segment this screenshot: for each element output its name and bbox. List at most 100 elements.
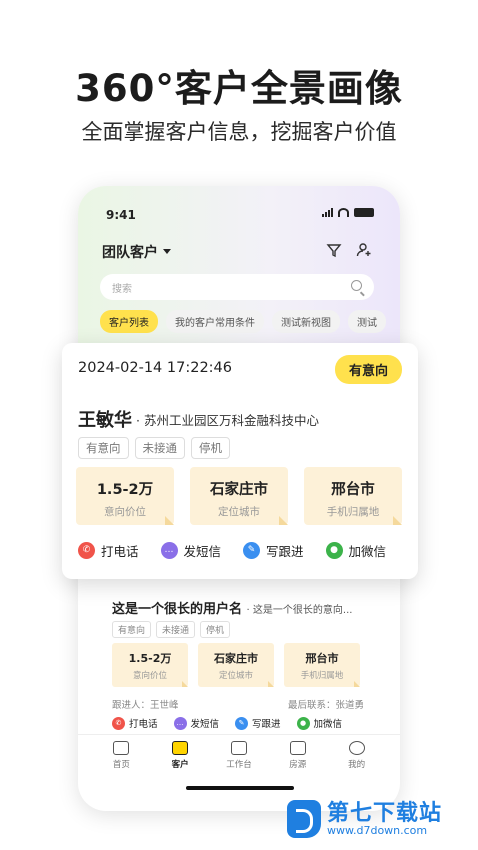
chevron-down-icon [163,248,171,258]
tab-test[interactable]: 测试 [348,310,386,333]
wifi-icon [338,208,349,217]
promo-subline: 全面掌握客户信息，挖掘客户价值 [81,120,397,144]
customer-actions: ✆ 打电话 … 发短信 ✎ 写跟进 ● 加微信 [78,541,386,560]
call-button[interactable]: ✆ 打电话 [78,541,139,560]
status-time: 9:41 [106,208,136,222]
tab-profile[interactable]: 我的 [335,735,379,782]
tag: 有意向 [78,437,129,459]
wechat-button[interactable]: ● 加微信 [325,541,387,560]
wechat-button[interactable]: ● 加微信 [296,716,343,730]
phone-icon: ✆ [78,542,95,559]
wechat-icon: ● [296,716,310,730]
tab-label: 工作台 [226,760,252,770]
stat-label: 定位城市 [218,671,253,681]
customer-tags: 有意向 未接通 停机 [78,437,230,459]
action-label: 打电话 [129,719,158,730]
intent-badge: 有意向 [334,355,402,384]
tab-common-filters[interactable]: 我的客户常用条件 [166,310,264,333]
signal-icon [322,208,333,217]
stat-phone-region: 邢台市 手机归属地 [284,643,360,687]
watermark-name: 第七下载站 [327,800,443,826]
tab-test-new-view[interactable]: 测试新视图 [272,310,340,333]
action-label: 发短信 [190,719,220,730]
tab-label: 我的 [348,760,366,770]
stat-value: 1.5-2万 [96,482,154,498]
tab-workbench[interactable]: 工作台 [217,735,261,782]
team-selector[interactable]: 团队客户 [102,242,171,262]
list-card-tags: 有意向 未接通 停机 [112,621,231,638]
sms-button[interactable]: … 发短信 [173,716,220,730]
stat-value: 邢台市 [305,652,339,665]
tab-home[interactable]: 首页 [99,735,143,782]
list-card-follower: 跟进人：王世峰 [112,700,179,711]
wechat-icon: ● [325,542,343,559]
follow-up-button[interactable]: ✎ 写跟进 [235,716,281,730]
stat-label: 手机归属地 [326,506,380,518]
tab-label: 客户 [171,760,189,770]
status-icons [322,208,374,217]
stat-label: 意向价位 [104,506,146,518]
tab-customer-list[interactable]: 客户列表 [100,310,158,333]
search-input[interactable]: 搜索 [100,274,374,300]
call-button[interactable]: ✆ 打电话 [112,716,158,730]
tag: 未接通 [156,621,196,638]
pen-icon: ✎ [235,716,249,730]
list-card-title[interactable]: 这是一个很长的用户名 · 这是一个很长的意向... [112,598,352,617]
tag: 有意向 [112,621,152,638]
action-label: 写跟进 [252,719,281,730]
sms-button[interactable]: … 发短信 [160,541,222,560]
search-icon [351,280,362,291]
watermark-logo: 第七下载站 www.d7down.com [287,800,442,838]
stat-value: 邢台市 [331,482,375,498]
customer-company: · 苏州工业园区万科金融科技中心 [136,413,319,428]
follow-up-button[interactable]: ✎ 写跟进 [243,541,304,560]
header-actions [326,242,372,258]
bottom-tabbar: 首页 客户 工作台 房源 我的 [78,734,400,782]
stat-value: 1.5-2万 [128,652,172,665]
search-placeholder: 搜索 [112,284,132,295]
tab-customers[interactable]: 客户 [158,735,202,782]
list-card-name: 这是一个很长的用户名 [112,602,243,617]
tab-label: 房源 [289,760,307,770]
message-icon: … [173,716,187,730]
list-card-last-contact: 最后联系：张道勇 [287,700,364,711]
stat-phone-region: 邢台市 手机归属地 [304,467,402,525]
tab-label: 首页 [112,760,130,770]
stat-label: 手机归属地 [300,671,344,681]
list-card-actions: ✆ 打电话 … 发短信 ✎ 写跟进 ● 加微信 [112,716,342,730]
customer-stats: 1.5-2万意向价位 石家庄市定位城市 邢台市手机归属地 [76,467,402,525]
action-label: 加微信 [313,719,343,730]
stat-city: 石家庄市 定位城市 [190,467,288,525]
watermark-url: www.d7down.com [327,823,428,837]
customer-name: 王敏华 [78,410,132,431]
filter-icon[interactable] [326,242,342,258]
stat-label: 定位城市 [218,506,260,518]
stat-value: 石家庄市 [214,652,258,665]
list-card-company: · 这是一个很长的意向... [246,605,353,616]
user-icon [348,741,365,755]
action-label: 加微信 [348,544,387,559]
tab-listings[interactable]: 房源 [276,735,320,782]
customers-icon [172,741,189,755]
tag: 未接通 [134,437,185,459]
stat-value: 石家庄市 [210,482,268,498]
house-icon [289,741,306,755]
featured-customer-card[interactable]: 2024-02-14 17:22:46 有意向 王敏华 · 苏州工业园区万科金融… [62,343,418,579]
stat-city: 石家庄市 定位城市 [198,643,274,687]
stat-price: 1.5-2万 意向价位 [112,643,188,687]
home-indicator [186,786,294,790]
action-label: 写跟进 [266,544,304,559]
list-card-stats: 1.5-2万 意向价位 石家庄市定位城市 邢台市手机归属地 [112,643,360,687]
card-datetime: 2024-02-14 17:22:46 [78,360,232,376]
battery-icon [354,208,374,217]
promo-headline: 360°客户全景画像 [75,67,403,110]
message-icon: … [160,542,178,559]
tag: 停机 [200,621,231,638]
team-title: 团队客户 [102,245,158,261]
action-label: 发短信 [183,544,222,559]
workbench-icon [230,741,247,755]
phone-icon: ✆ [112,716,125,730]
view-tabs: 客户列表 我的客户常用条件 测试新视图 测试 [100,310,386,333]
pen-icon: ✎ [243,542,261,559]
add-user-icon[interactable] [356,242,372,258]
